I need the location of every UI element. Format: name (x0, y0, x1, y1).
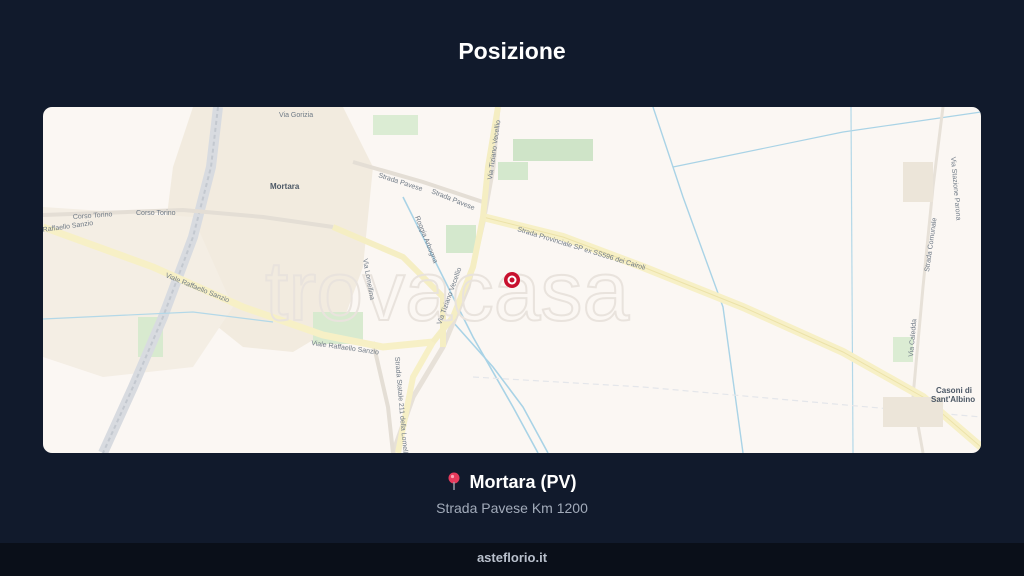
footer-site[interactable]: asteflorio.it (477, 550, 547, 565)
location-heading: Mortara (PV) (0, 472, 1024, 495)
street-label: Via Gorizia (279, 112, 313, 119)
canal (850, 107, 854, 453)
map-canvas: trovacasa Mortara Casoni di Sant'Albino … (43, 107, 981, 453)
road (352, 160, 484, 204)
location-city: Mortara (PV) (469, 472, 577, 492)
page-title: Posizione (458, 38, 566, 64)
street-label: Via Stazione Parona (949, 157, 962, 221)
map-village-label-1: Casoni di (936, 386, 972, 395)
green-patch (498, 162, 528, 180)
location-marker[interactable] (504, 272, 520, 288)
footer: asteflorio.it (0, 543, 1024, 576)
canal (672, 111, 981, 168)
road (371, 341, 395, 453)
green-patch (373, 115, 418, 135)
map-village-label-2: Sant'Albino (931, 395, 975, 404)
canal (452, 321, 549, 453)
map-town-label: Mortara (270, 182, 300, 191)
building-block (903, 162, 933, 202)
street-label: Corso Torino (136, 210, 176, 217)
map-view[interactable]: trovacasa Mortara Casoni di Sant'Albino … (43, 107, 981, 453)
green-patch (513, 139, 593, 161)
round-pushpin-icon (447, 472, 461, 495)
location-address: Strada Pavese Km 1200 (436, 500, 588, 516)
